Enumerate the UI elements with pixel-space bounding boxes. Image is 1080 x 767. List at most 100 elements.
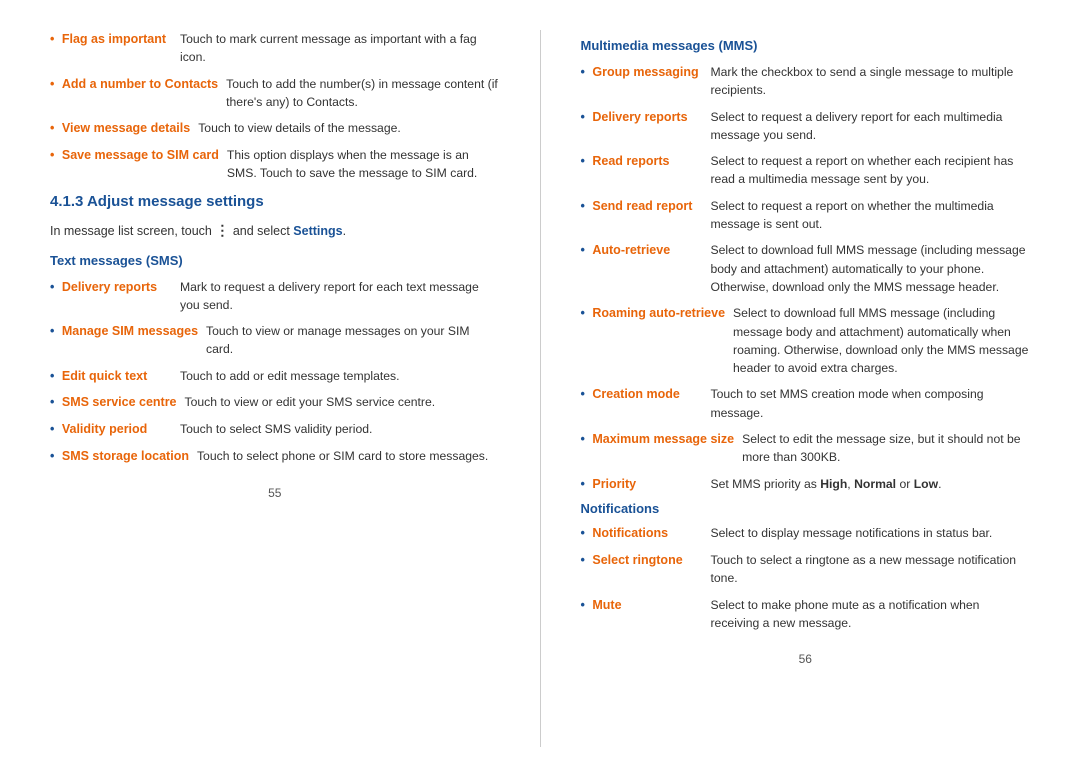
view-message-label: View message details [62,121,190,135]
page-number-right: 56 [581,642,1031,676]
sms-storage-location: • SMS storage location Touch to select p… [50,447,500,466]
storage-label: SMS storage location [62,449,189,463]
chapter-heading: 4.1.3 Adjust message settings [50,193,500,210]
bullet: • [581,243,589,257]
priority-desc: Set MMS priority as High, Normal or Low. [711,475,1031,494]
bullet: • [581,110,589,124]
mms-creation-mode: • Creation mode Touch to set MMS creatio… [581,385,1031,422]
sms-delivery-reports: • Delivery reports Mark to request a del… [50,278,500,315]
mms-delivery-label: Delivery reports [592,110,687,124]
mute-label: Mute [592,598,621,612]
settings-link: Settings [293,224,342,238]
flag-label: Flag as important [62,32,166,46]
read-reports-label: Read reports [592,154,669,168]
mms-delivery-reports: • Delivery reports Select to request a d… [581,108,1031,145]
bullet: • [50,369,58,383]
page-left: • Flag as important Touch to mark curren… [20,30,530,747]
notifications-label: Notifications [592,526,668,540]
page-number-left: 55 [50,476,500,510]
creation-mode-desc: Touch to set MMS creation mode when comp… [711,385,1031,422]
validity-label: Validity period [62,422,147,436]
mms-send-read-report: • Send read report Select to request a r… [581,197,1031,234]
send-read-label: Send read report [592,199,692,213]
notif-mute: • Mute Select to make phone mute as a no… [581,596,1031,633]
bullet: • [581,598,589,612]
view-message-item: • View message details Touch to view det… [50,119,500,138]
intro-text: In message list screen, touch ⋮ and sele… [50,220,500,241]
manage-sim-label: Manage SIM messages [62,324,198,338]
manage-sim-desc: Touch to view or manage messages on your… [206,322,499,359]
notif-notifications: • Notifications Select to display messag… [581,524,1031,543]
flag-desc: Touch to mark current message as importa… [180,30,500,67]
bullet-save: • [50,148,54,162]
mms-section: Multimedia messages (MMS) • Group messag… [581,38,1031,493]
edit-quick-desc: Touch to add or edit message templates. [180,367,500,386]
sms-manage-sim: • Manage SIM messages Touch to view or m… [50,322,500,359]
intro-before: In message list screen, touch [50,224,215,238]
read-reports-desc: Select to request a report on whether ea… [711,152,1031,189]
edit-quick-label: Edit quick text [62,369,147,383]
bullet: • [581,65,589,79]
bullet-view: • [50,121,54,135]
creation-mode-label: Creation mode [592,387,680,401]
top-items: • Flag as important Touch to mark curren… [50,30,500,183]
sms-service-label: SMS service centre [62,395,177,409]
bullet-add: • [50,77,54,91]
notif-select-ringtone: • Select ringtone Touch to select a ring… [581,551,1031,588]
sms-delivery-desc: Mark to request a delivery report for ea… [180,278,500,315]
storage-desc: Touch to select phone or SIM card to sto… [197,447,500,466]
sms-section: Text messages (SMS) • Delivery reports M… [50,253,500,466]
bullet: • [581,387,589,401]
page-divider [540,30,541,747]
priority-label: Priority [592,477,636,491]
bullet: • [581,306,589,320]
group-msg-desc: Mark the checkbox to send a single messa… [711,63,1031,100]
notifications-section: Notifications • Notifications Select to … [581,501,1031,632]
page-right: Multimedia messages (MMS) • Group messag… [551,30,1061,747]
auto-retrieve-desc: Select to download full MMS message (inc… [711,241,1031,296]
bullet: • [50,280,58,294]
sms-delivery-label: Delivery reports [62,280,157,294]
bullet: • [50,449,58,463]
intro-middle: and select [229,224,293,238]
mms-section-title: Multimedia messages (MMS) [581,38,1031,53]
mms-priority: • Priority Set MMS priority as High, Nor… [581,475,1031,494]
flag-as-important-item: • Flag as important Touch to mark curren… [50,30,500,67]
menu-icon: ⋮ [215,222,229,238]
save-message-item: • Save message to SIM card This option d… [50,146,500,183]
mms-group-messaging: • Group messaging Mark the checkbox to s… [581,63,1031,100]
roaming-desc: Select to download full MMS message (inc… [733,304,1030,377]
save-message-desc: This option displays when the message is… [227,146,500,183]
sms-service-desc: Touch to view or edit your SMS service c… [185,393,500,412]
bullet: • [581,553,589,567]
bullet: • [581,432,589,446]
sms-edit-quick-text: • Edit quick text Touch to add or edit m… [50,367,500,386]
mms-delivery-desc: Select to request a delivery report for … [711,108,1031,145]
bullet: • [581,477,589,491]
intro-end: . [343,224,346,238]
add-number-item: • Add a number to Contacts Touch to add … [50,75,500,112]
roaming-label: Roaming auto-retrieve [592,306,725,320]
save-message-label: Save message to SIM card [62,148,219,162]
sms-service-centre: • SMS service centre Touch to view or ed… [50,393,500,412]
send-read-desc: Select to request a report on whether th… [711,197,1031,234]
add-number-label: Add a number to Contacts [62,77,218,91]
sms-section-title: Text messages (SMS) [50,253,500,268]
bullet: • [50,324,58,338]
bullet: • [581,199,589,213]
max-size-label: Maximum message size [592,432,734,446]
max-size-desc: Select to edit the message size, but it … [742,430,1030,467]
auto-retrieve-label: Auto-retrieve [592,243,670,257]
bullet: • [581,526,589,540]
sms-validity-period: • Validity period Touch to select SMS va… [50,420,500,439]
bullet: • [50,395,58,409]
bullet: • [50,422,58,436]
bullet-flag: • [50,32,54,46]
mms-auto-retrieve: • Auto-retrieve Select to download full … [581,241,1031,296]
view-message-desc: Touch to view details of the message. [198,119,499,138]
mms-roaming-auto-retrieve: • Roaming auto-retrieve Select to downlo… [581,304,1031,377]
notifications-desc: Select to display message notifications … [711,524,1031,543]
add-number-desc: Touch to add the number(s) in message co… [226,75,499,112]
mms-read-reports: • Read reports Select to request a repor… [581,152,1031,189]
bullet: • [581,154,589,168]
